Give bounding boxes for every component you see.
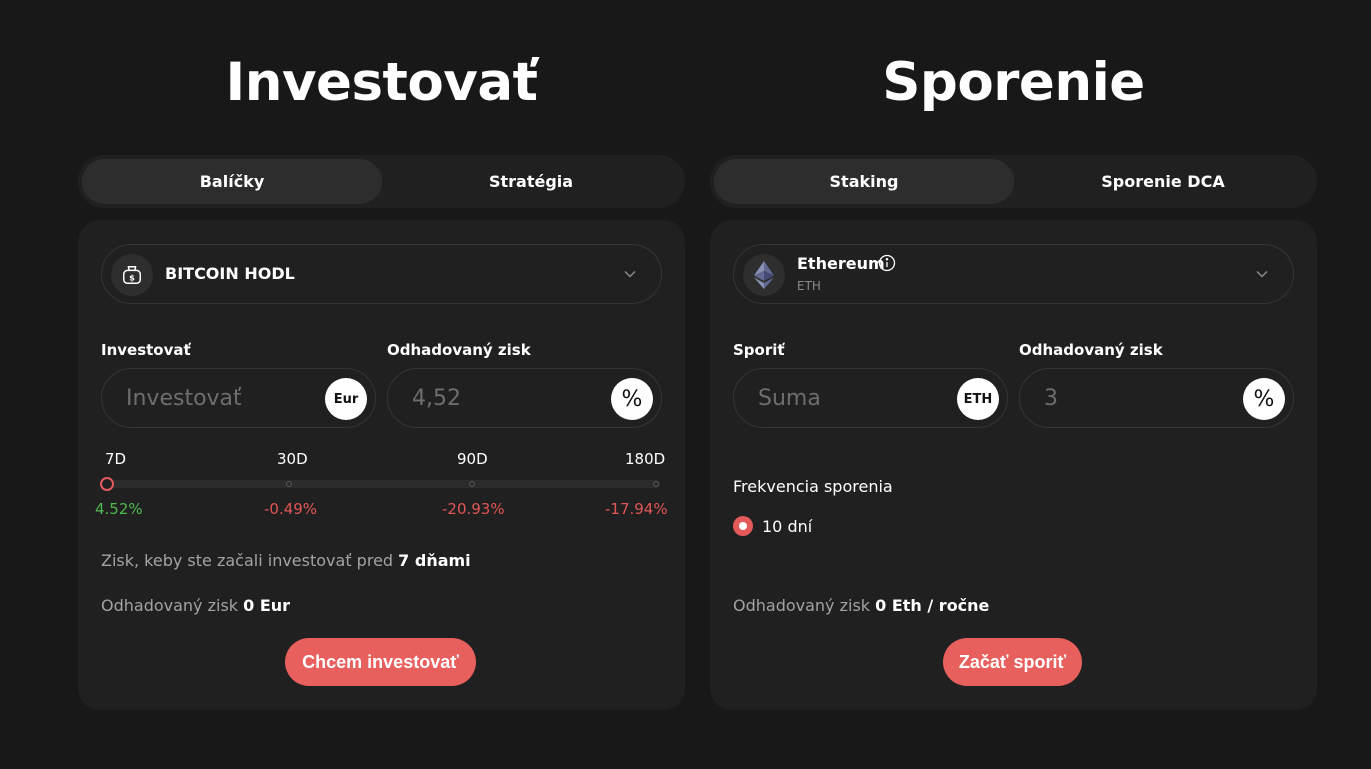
saving-tabs: Staking Sporenie DCA (710, 155, 1317, 208)
saving-estimate: Odhadovaný zisk 0 Eth / ročne (733, 596, 990, 615)
asset-select[interactable]: Ethereum ETH (733, 244, 1294, 304)
period-tick (653, 481, 659, 487)
saving-estimate-value: 0 Eth / ročne (875, 596, 990, 615)
saving-profit-label: Odhadovaný zisk (1019, 341, 1163, 359)
period-tick (469, 481, 475, 487)
frequency-label: Frekvencia sporenia (733, 477, 893, 496)
period-track[interactable] (100, 477, 660, 491)
saving-heading: Sporenie (882, 52, 1145, 113)
tab-staking[interactable]: Staking (714, 159, 1014, 204)
period-label-180d[interactable]: 180D (625, 450, 665, 468)
saving-card: Ethereum ETH Sporiť ETH Odhadovaný zisk … (710, 220, 1317, 710)
saving-profit-field: % (1019, 368, 1294, 428)
invest-profit-input[interactable] (412, 383, 592, 413)
invest-estimate: Odhadovaný zisk 0 Eur (101, 596, 291, 615)
frequency-option-label: 10 dní (762, 516, 813, 536)
asset-name: Ethereum (797, 254, 885, 273)
start-saving-button[interactable]: Začať sporiť (943, 638, 1082, 686)
period-tick (286, 481, 292, 487)
invest-tabs: Balíčky Stratégia (78, 155, 685, 208)
period-slider-handle[interactable] (100, 477, 114, 491)
ethereum-icon (743, 254, 785, 296)
invest-button[interactable]: Chcem investovať (285, 638, 476, 686)
saving-profit-input[interactable] (1044, 383, 1224, 413)
saving-amount-input[interactable] (758, 383, 938, 413)
package-name: BITCOIN HODL (165, 264, 295, 283)
invest-heading: Investovať (225, 52, 538, 113)
svg-text:$: $ (129, 273, 135, 283)
invest-amount-input[interactable] (126, 383, 306, 413)
saving-amount-label: Sporiť (733, 341, 785, 359)
asset-ticker: ETH (797, 279, 821, 293)
money-bag-icon: $ (111, 254, 153, 296)
percent-badge: % (1243, 378, 1285, 420)
period-label-90d[interactable]: 90D (457, 450, 488, 468)
period-value-90d: -20.93% (442, 500, 505, 518)
invest-amount-label: Investovať (101, 341, 191, 359)
percent-badge: % (611, 378, 653, 420)
invest-amount-field: Eur (101, 368, 376, 428)
chevron-down-icon (1256, 270, 1268, 278)
radio-selected-icon[interactable] (733, 516, 753, 536)
invest-estimate-value: 0 Eur (243, 596, 291, 615)
period-label-7d[interactable]: 7D (105, 450, 126, 468)
period-label-30d[interactable]: 30D (277, 450, 308, 468)
invest-profit-label: Odhadovaný zisk (387, 341, 531, 359)
invest-profit-field: % (387, 368, 662, 428)
period-value-7d: 4.52% (95, 500, 143, 518)
currency-badge: ETH (957, 378, 999, 420)
tab-packages[interactable]: Balíčky (82, 159, 382, 204)
profit-history-period: 7 dňami (398, 551, 471, 570)
frequency-option[interactable]: 10 dní (733, 516, 812, 536)
tab-dca-saving[interactable]: Sporenie DCA (1013, 159, 1313, 204)
invest-card: $ BITCOIN HODL Investovať Eur Odhadovaný… (78, 220, 685, 710)
package-select[interactable]: $ BITCOIN HODL (101, 244, 662, 304)
profit-history-note: Zisk, keby ste začali investovať pred 7 … (101, 551, 471, 570)
period-value-30d: -0.49% (264, 500, 318, 518)
chevron-down-icon (624, 270, 636, 278)
info-icon[interactable] (878, 254, 896, 272)
saving-amount-field: ETH (733, 368, 1008, 428)
currency-badge: Eur (325, 378, 367, 420)
period-value-180d: -17.94% (605, 500, 668, 518)
period-slider: 7D 30D 90D 180D 4.52% -0.49% -20.93% -17… (78, 450, 685, 520)
tab-strategy[interactable]: Stratégia (381, 159, 681, 204)
